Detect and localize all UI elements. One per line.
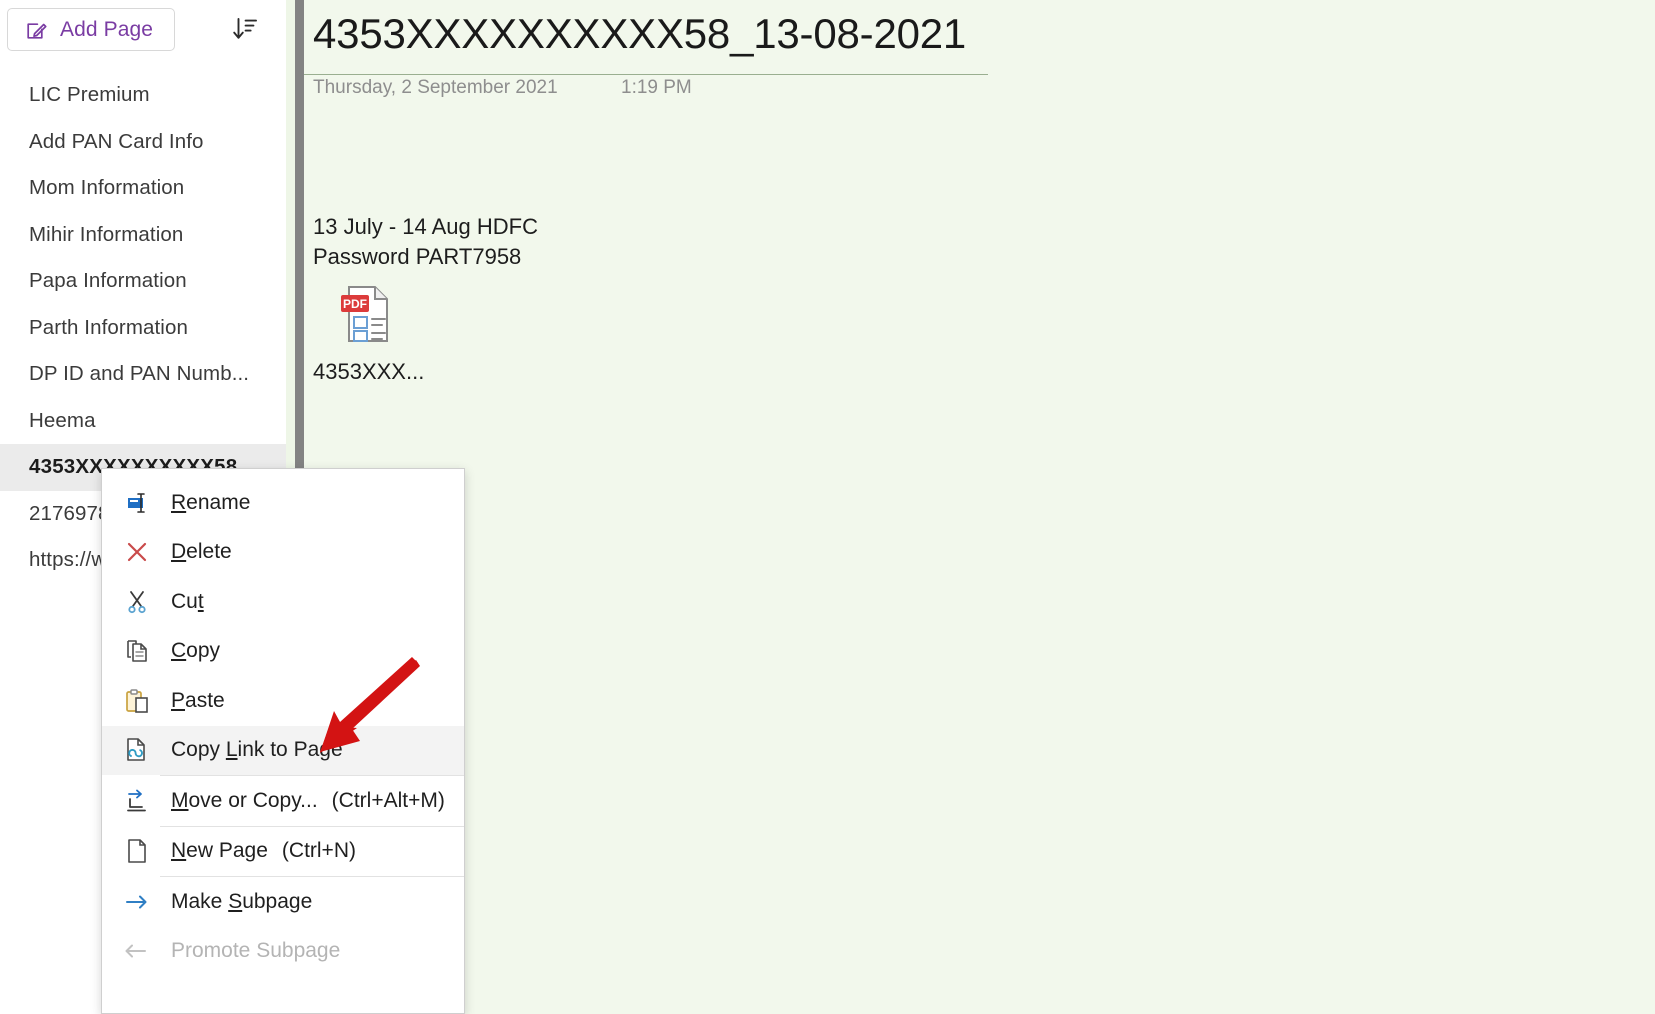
note-line-1: 13 July - 14 Aug HDFC [313, 214, 538, 239]
page-item-label: Mihir Information [29, 222, 184, 246]
sort-descending-button[interactable] [228, 14, 262, 48]
menu-item-move-or-copy[interactable]: Move or Copy... (Ctrl+Alt+M) [102, 776, 464, 826]
note-canvas[interactable]: 4353XXXXXXXXXX58_13-08-2021 Thursday, 2 … [304, 0, 1655, 1014]
menu-item-label: Cut [171, 589, 204, 613]
page-date: Thursday, 2 September 2021 [313, 77, 558, 98]
sidebar-item-mom-information[interactable]: Mom Information [0, 165, 286, 212]
menu-item-label: Delete [171, 540, 232, 564]
title-underline-rule [304, 74, 988, 75]
menu-item-label: Rename [171, 490, 251, 514]
pdf-attachment[interactable]: PDF [337, 283, 497, 350]
menu-item-label: Move or Copy... [171, 788, 318, 812]
page-item-label: Add PAN Card Info [29, 129, 204, 153]
copy-link-icon [123, 736, 151, 764]
sidebar-item-dp-id-and-pan[interactable]: DP ID and PAN Numb... [0, 351, 286, 398]
svg-text:PDF: PDF [343, 297, 367, 311]
new-page-icon [123, 837, 151, 865]
page-item-label: Heema [29, 408, 96, 432]
sidebar-item-parth-information[interactable]: Parth Information [0, 305, 286, 352]
onenote-window: Add Page LIC Premium Add PAN Card Info M… [0, 0, 1655, 1014]
menu-item-label: New Page [171, 839, 268, 863]
menu-item-copy-link-to-page[interactable]: Copy Link to Page [102, 725, 464, 775]
sidebar-item-add-pan-card-info[interactable]: Add PAN Card Info [0, 119, 286, 166]
add-page-button[interactable]: Add Page [7, 8, 176, 51]
copy-icon [123, 637, 151, 665]
sidebar-item-papa-information[interactable]: Papa Information [0, 258, 286, 305]
menu-item-cut[interactable]: Cut [102, 577, 464, 627]
page-time: 1:19 PM [621, 77, 692, 98]
sidebar-item-lic-premium[interactable]: LIC Premium [0, 72, 286, 119]
move-arrow-icon [123, 787, 151, 815]
menu-item-promote-subpage: Promote Subpage [102, 927, 464, 977]
menu-item-label: Copy Link to Page [171, 738, 343, 762]
rename-icon [123, 489, 151, 517]
edit-page-icon [25, 18, 49, 42]
menu-item-label: Make Subpage [171, 889, 313, 913]
paste-clipboard-icon [123, 687, 151, 715]
sidebar-item-mihir-information[interactable]: Mihir Information [0, 212, 286, 259]
note-text-block[interactable]: 13 July - 14 Aug HDFC Password PART7958 [313, 212, 538, 272]
menu-item-label: Paste [171, 688, 225, 712]
menu-item-paste[interactable]: Paste [102, 676, 464, 726]
menu-item-label: Copy [171, 639, 221, 663]
sidebar-header: Add Page [0, 0, 286, 64]
delete-x-icon [123, 538, 151, 566]
menu-item-shortcut: (Ctrl+Alt+M) [331, 788, 445, 812]
menu-item-copy[interactable]: Copy [102, 627, 464, 677]
scissors-icon [123, 588, 151, 616]
menu-item-new-page[interactable]: New Page (Ctrl+N) [102, 827, 464, 877]
menu-item-shortcut: (Ctrl+N) [281, 839, 356, 863]
page-item-label: LIC Premium [29, 83, 150, 107]
page-item-label: DP ID and PAN Numb... [29, 362, 250, 386]
arrow-right-icon [123, 888, 151, 916]
attachment-filename: 4353XXX... [313, 359, 425, 384]
note-line-2: Password PART7958 [313, 244, 522, 269]
arrow-left-icon [123, 937, 151, 965]
menu-item-label: Promote Subpage [171, 939, 341, 963]
page-item-label: 2176978 [29, 501, 110, 525]
menu-item-make-subpage[interactable]: Make Subpage [102, 877, 464, 927]
page-item-label: Papa Information [29, 269, 187, 293]
page-item-label: Parth Information [29, 315, 188, 339]
menu-item-delete[interactable]: Delete [102, 528, 464, 578]
page-item-label: Mom Information [29, 176, 185, 200]
page-item-label: https://w [29, 548, 107, 572]
page-context-menu[interactable]: Rename Delete Cut Copy Paste Copy Link t… [101, 468, 465, 1014]
sort-descending-icon [231, 15, 259, 48]
add-page-label: Add Page [60, 17, 154, 41]
pdf-file-icon: PDF [337, 286, 395, 349]
page-title[interactable]: 4353XXXXXXXXXX58_13-08-2021 [313, 10, 966, 58]
sidebar-item-heema[interactable]: Heema [0, 398, 286, 445]
menu-item-rename[interactable]: Rename [102, 478, 464, 528]
